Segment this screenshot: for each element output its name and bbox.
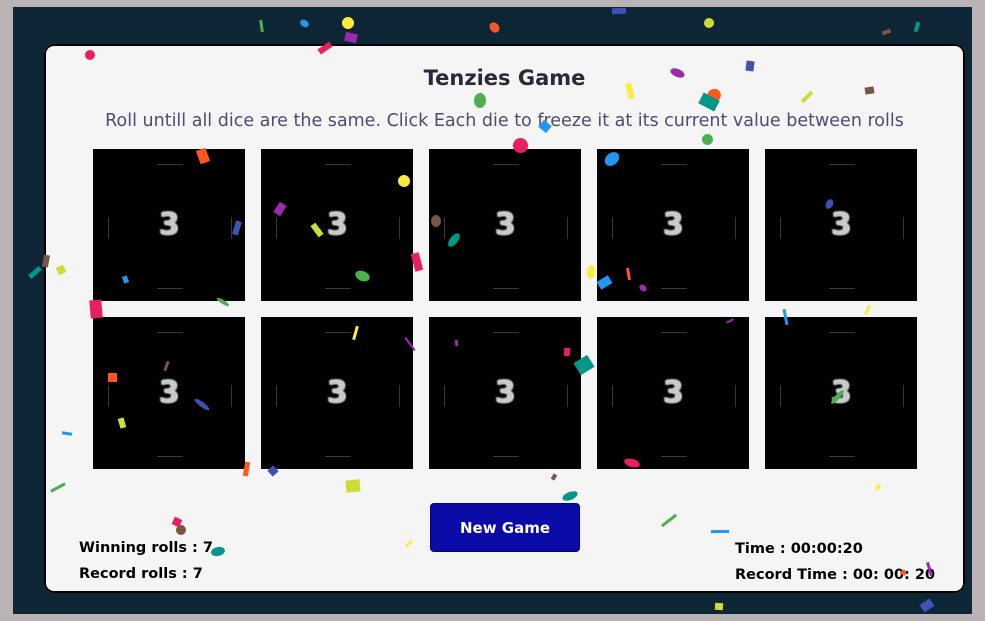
die-3[interactable]: 3 — [429, 149, 581, 301]
winning-rolls: Winning rolls : 7 — [79, 540, 213, 556]
die-edge — [661, 288, 687, 289]
record-time: Record Time : 00: 00: 20 — [735, 567, 936, 583]
die-4[interactable]: 3 — [597, 149, 749, 301]
new-game-button[interactable]: New Game — [430, 503, 580, 552]
die-edge — [829, 164, 855, 165]
die-edge — [325, 164, 351, 165]
app-background: Tenzies Game Roll untill all dice are th… — [13, 7, 972, 614]
die-value: 3 — [326, 207, 348, 242]
die-edge — [325, 332, 351, 333]
instructions-text: Roll untill all dice are the same. Click… — [105, 111, 904, 131]
die-value: 3 — [158, 375, 180, 410]
game-card: Tenzies Game Roll untill all dice are th… — [44, 44, 965, 593]
die-8[interactable]: 3 — [429, 317, 581, 469]
timer: Time : 00:00:20 — [735, 541, 863, 557]
die-edge — [157, 456, 183, 457]
die-value: 3 — [830, 207, 852, 242]
die-value: 3 — [158, 207, 180, 242]
die-value: 3 — [494, 375, 516, 410]
die-1[interactable]: 3 — [93, 149, 245, 301]
die-edge — [661, 164, 687, 165]
die-6[interactable]: 3 — [93, 317, 245, 469]
die-edge — [325, 456, 351, 457]
die-2[interactable]: 3 — [261, 149, 413, 301]
die-edge — [157, 164, 183, 165]
die-edge — [829, 456, 855, 457]
die-edge — [493, 332, 519, 333]
die-value: 3 — [494, 207, 516, 242]
die-edge — [157, 288, 183, 289]
die-edge — [829, 332, 855, 333]
die-value: 3 — [662, 207, 684, 242]
die-edge — [493, 456, 519, 457]
die-value: 3 — [326, 375, 348, 410]
die-edge — [661, 456, 687, 457]
die-edge — [493, 288, 519, 289]
die-edge — [325, 288, 351, 289]
die-value: 3 — [662, 375, 684, 410]
die-9[interactable]: 3 — [597, 317, 749, 469]
die-5[interactable]: 3 — [765, 149, 917, 301]
die-edge — [157, 332, 183, 333]
die-edge — [493, 164, 519, 165]
die-edge — [661, 332, 687, 333]
die-value: 3 — [830, 375, 852, 410]
die-edge — [829, 288, 855, 289]
dice-grid: 3 3 3 3 3 3 3 3 3 3 — [93, 149, 917, 469]
page-title: Tenzies Game — [423, 66, 586, 90]
die-7[interactable]: 3 — [261, 317, 413, 469]
die-10[interactable]: 3 — [765, 317, 917, 469]
record-rolls: Record rolls : 7 — [79, 566, 203, 582]
